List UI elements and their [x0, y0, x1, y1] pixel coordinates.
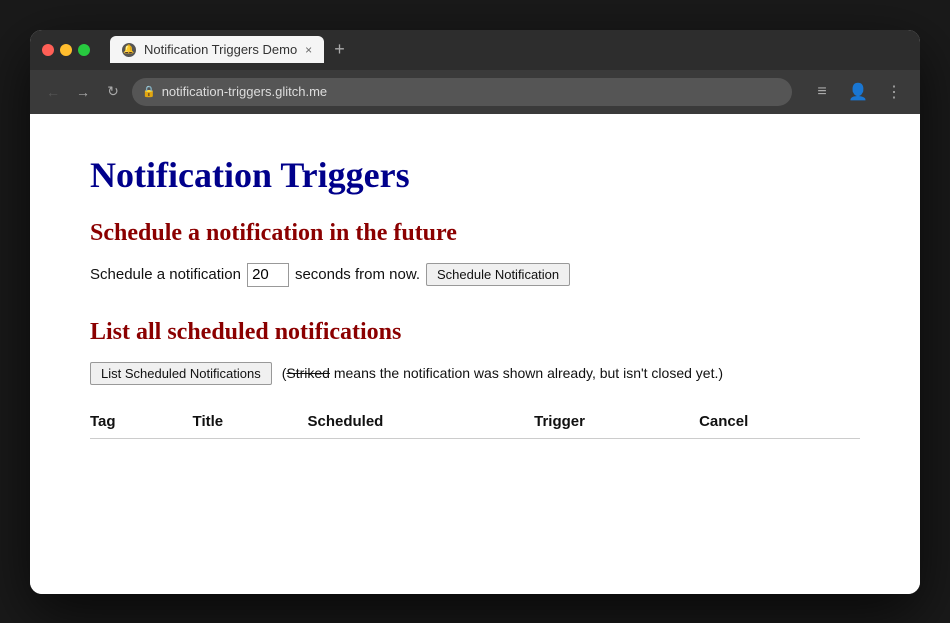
schedule-label-after: seconds from now. — [295, 266, 420, 283]
col-title: Title — [193, 405, 308, 439]
url-bar[interactable]: 🔒 notification-triggers.glitch.me — [132, 78, 792, 106]
table-header-row: Tag Title Scheduled Trigger Cancel — [90, 405, 860, 439]
hint-striked: Striked — [286, 365, 330, 381]
address-bar: ← → ↻ 🔒 notification-triggers.glitch.me … — [30, 70, 920, 114]
traffic-lights — [42, 44, 90, 56]
profile-icon[interactable]: 👤 — [844, 78, 872, 106]
url-text: notification-triggers.glitch.me — [162, 84, 327, 99]
col-trigger: Trigger — [534, 405, 699, 439]
hint-suffix: means the notification was shown already… — [330, 365, 723, 381]
col-scheduled: Scheduled — [307, 405, 534, 439]
page-title: Notification Triggers — [90, 154, 860, 196]
schedule-row: Schedule a notification seconds from now… — [90, 263, 860, 287]
col-tag: Tag — [90, 405, 193, 439]
list-row: List Scheduled Notifications (Striked me… — [90, 362, 860, 385]
seconds-input[interactable] — [247, 263, 289, 287]
minimize-traffic-light[interactable] — [60, 44, 72, 56]
lock-icon: 🔒 — [142, 85, 156, 98]
col-cancel: Cancel — [699, 405, 860, 439]
list-scheduled-notifications-button[interactable]: List Scheduled Notifications — [90, 362, 272, 385]
browser-window: 🔔 Notification Triggers Demo × + ← → ↻ 🔒… — [30, 30, 920, 594]
back-button[interactable]: ← — [42, 81, 64, 103]
tab-bar: 🔔 Notification Triggers Demo × + — [110, 36, 908, 63]
maximize-traffic-light[interactable] — [78, 44, 90, 56]
close-traffic-light[interactable] — [42, 44, 54, 56]
list-section-heading: List all scheduled notifications — [90, 319, 860, 346]
forward-button[interactable]: → — [72, 81, 94, 103]
tab-title: Notification Triggers Demo — [144, 42, 297, 57]
page-content: Notification Triggers Schedule a notific… — [30, 114, 920, 594]
hint-text: (Striked means the notification was show… — [282, 365, 723, 381]
title-bar: 🔔 Notification Triggers Demo × + — [30, 30, 920, 70]
reload-button[interactable]: ↻ — [102, 81, 124, 103]
new-tab-button[interactable]: + — [324, 39, 355, 60]
schedule-label-before: Schedule a notification — [90, 266, 241, 283]
reading-list-icon[interactable]: ≡ — [808, 78, 836, 106]
tab-favicon: 🔔 — [122, 43, 136, 57]
more-options-icon[interactable]: ⋮ — [880, 78, 908, 106]
notifications-table: Tag Title Scheduled Trigger Cancel — [90, 405, 860, 439]
toolbar-icons: ≡ 👤 ⋮ — [808, 78, 908, 106]
active-tab[interactable]: 🔔 Notification Triggers Demo × — [110, 36, 324, 63]
schedule-section-heading: Schedule a notification in the future — [90, 220, 860, 247]
tab-close-button[interactable]: × — [305, 43, 312, 57]
schedule-notification-button[interactable]: Schedule Notification — [426, 263, 570, 286]
